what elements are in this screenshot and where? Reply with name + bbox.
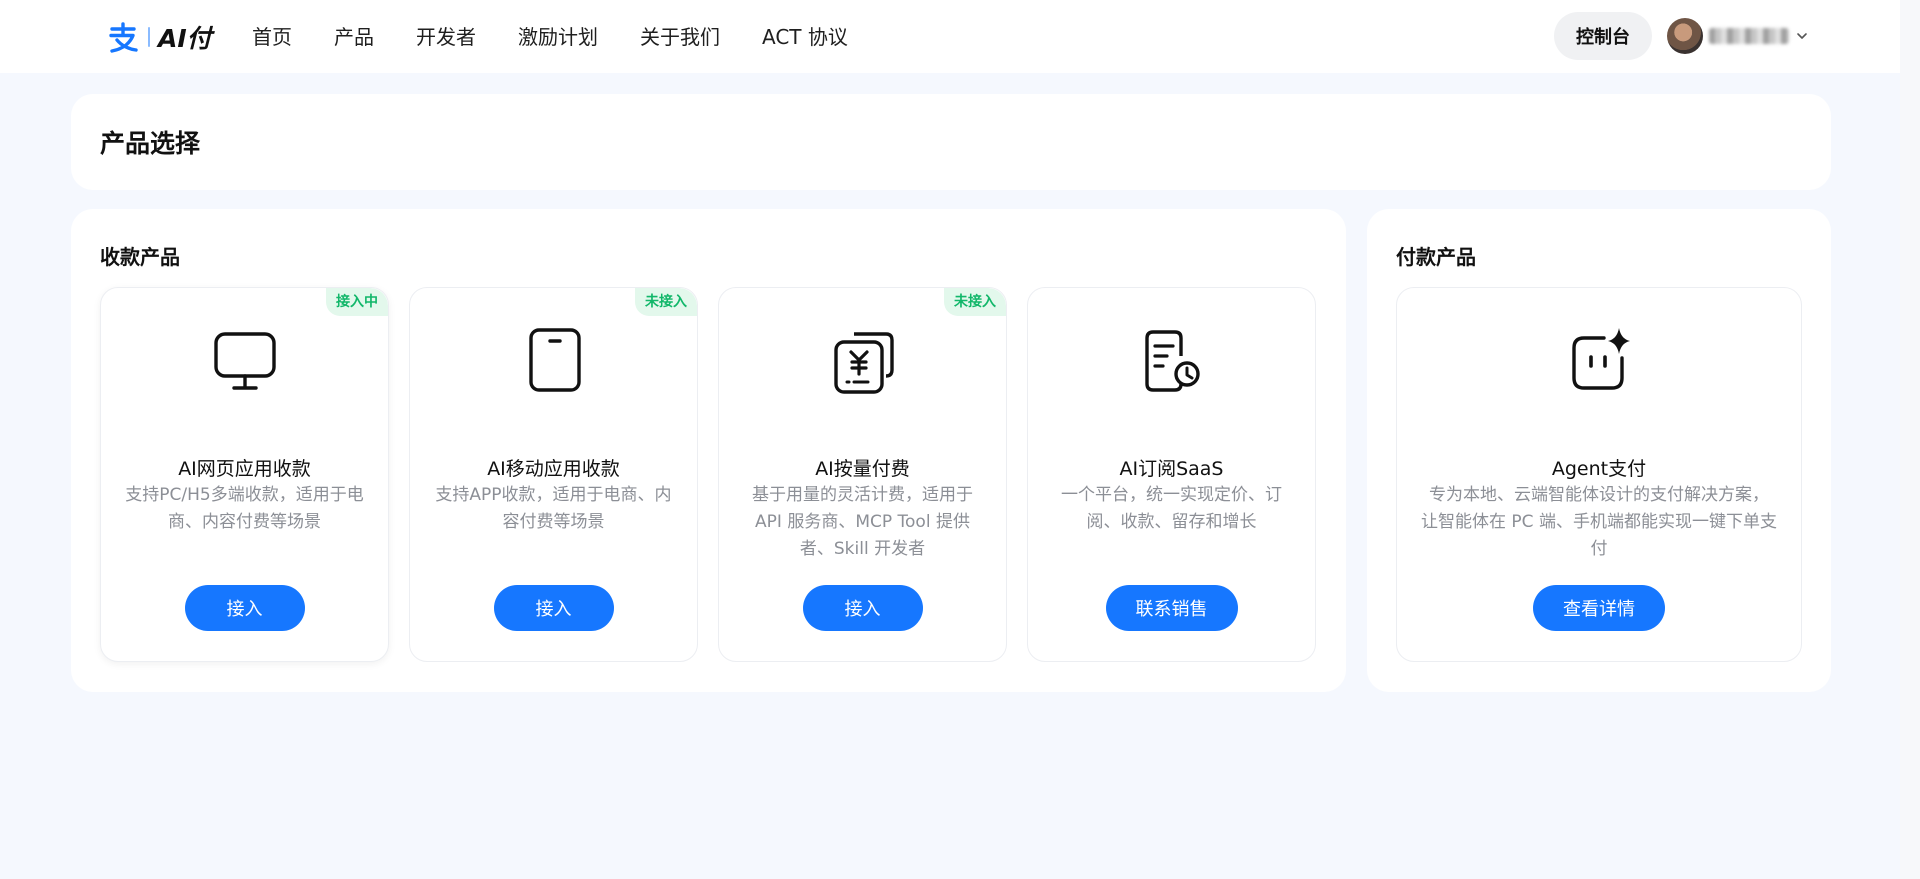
connect-button[interactable]: 接入 (493, 585, 614, 631)
product-card-usage[interactable]: 未接入 AI按量付费 基于用量的灵活计费，适用于 API 服务商、MCP Too… (718, 287, 1007, 662)
scrollbar-track[interactable] (1900, 0, 1920, 879)
top-navbar: AI付 首页 产品 开发者 激励计划 关于我们 ACT 协议 控制台 (0, 0, 1900, 73)
nav-item-about[interactable]: 关于我们 (640, 22, 720, 52)
mobile-icon (528, 328, 581, 392)
product-description: 专为本地、云端智能体设计的支付解决方案，让智能体在 PC 端、手机端都能实现一键… (1421, 485, 1777, 559)
connect-button[interactable]: 接入 (184, 585, 305, 631)
page-title: 产品选择 (100, 129, 201, 158)
product-name: AI移动应用收款 (487, 458, 620, 480)
nav-item-home[interactable]: 首页 (252, 22, 292, 52)
logo-divider (148, 27, 150, 47)
agent-sparkle-icon (1572, 328, 1630, 390)
pay-section-title: 付款产品 (1396, 245, 1476, 269)
receive-products-panel: 收款产品 接入中 AI网页应用收款 支持PC/H5多端收款，适用于电商、内容付费… (71, 209, 1346, 692)
product-description: 支持PC/H5多端收款，适用于电商、内容付费等场景 (125, 485, 364, 532)
nav-item-incentive[interactable]: 激励计划 (518, 22, 598, 52)
page-title-card: 产品选择 (71, 94, 1831, 190)
product-name: AI订阅SaaS (1119, 458, 1224, 480)
product-card-mobile[interactable]: 未接入 AI移动应用收款 支持APP收款，适用于电商、内容付费等场景 接入 (409, 287, 698, 662)
product-name: AI网页应用收款 (178, 458, 311, 480)
nav-item-act[interactable]: ACT 协议 (762, 22, 848, 52)
status-badge: 未接入 (944, 288, 1006, 316)
product-name: AI按量付费 (815, 458, 910, 480)
console-button[interactable]: 控制台 (1554, 12, 1652, 60)
product-card-agent-pay[interactable]: Agent支付 专为本地、云端智能体设计的支付解决方案，让智能体在 PC 端、手… (1396, 287, 1802, 662)
product-description: 基于用量的灵活计费，适用于 API 服务商、MCP Tool 提供者、Skill… (752, 485, 973, 559)
connect-button[interactable]: 接入 (802, 585, 923, 631)
brand-logo[interactable]: AI付 (106, 20, 212, 54)
product-card-web[interactable]: 接入中 AI网页应用收款 支持PC/H5多端收款，适用于电商、内容付费等场景 接… (100, 287, 389, 662)
view-details-button[interactable]: 查看详情 (1533, 585, 1665, 631)
receive-section-title: 收款产品 (100, 245, 180, 269)
subscription-doc-icon (1144, 330, 1200, 392)
alipay-logo-icon (109, 22, 138, 53)
status-badge: 未接入 (635, 288, 697, 316)
user-name-redacted (1709, 28, 1789, 44)
product-name: Agent支付 (1551, 458, 1647, 480)
avatar[interactable] (1667, 18, 1703, 54)
nav-item-products[interactable]: 产品 (334, 22, 374, 52)
product-description: 支持APP收款，适用于电商、内容付费等场景 (435, 485, 672, 532)
pay-products-panel: 付款产品 Agent支付 专为本地、云端智能体设计的支付解决方案，让智能体在 P… (1367, 209, 1831, 692)
status-badge: 接入中 (326, 288, 388, 316)
main-nav: 首页 产品 开发者 激励计划 关于我们 ACT 协议 (252, 22, 890, 52)
monitor-icon (213, 332, 276, 390)
yuan-bill-icon (833, 332, 894, 394)
product-description: 一个平台，统一实现定价、订阅、收款、留存和增长 (1061, 485, 1282, 532)
user-menu[interactable] (1667, 18, 1809, 54)
chevron-down-icon[interactable] (1795, 29, 1809, 43)
nav-item-developers[interactable]: 开发者 (416, 22, 476, 52)
product-card-subscription[interactable]: AI订阅SaaS 一个平台，统一实现定价、订阅、收款、留存和增长 联系销售 (1027, 287, 1316, 662)
contact-sales-button[interactable]: 联系销售 (1105, 585, 1238, 631)
logo-text: AI付 (158, 24, 212, 53)
